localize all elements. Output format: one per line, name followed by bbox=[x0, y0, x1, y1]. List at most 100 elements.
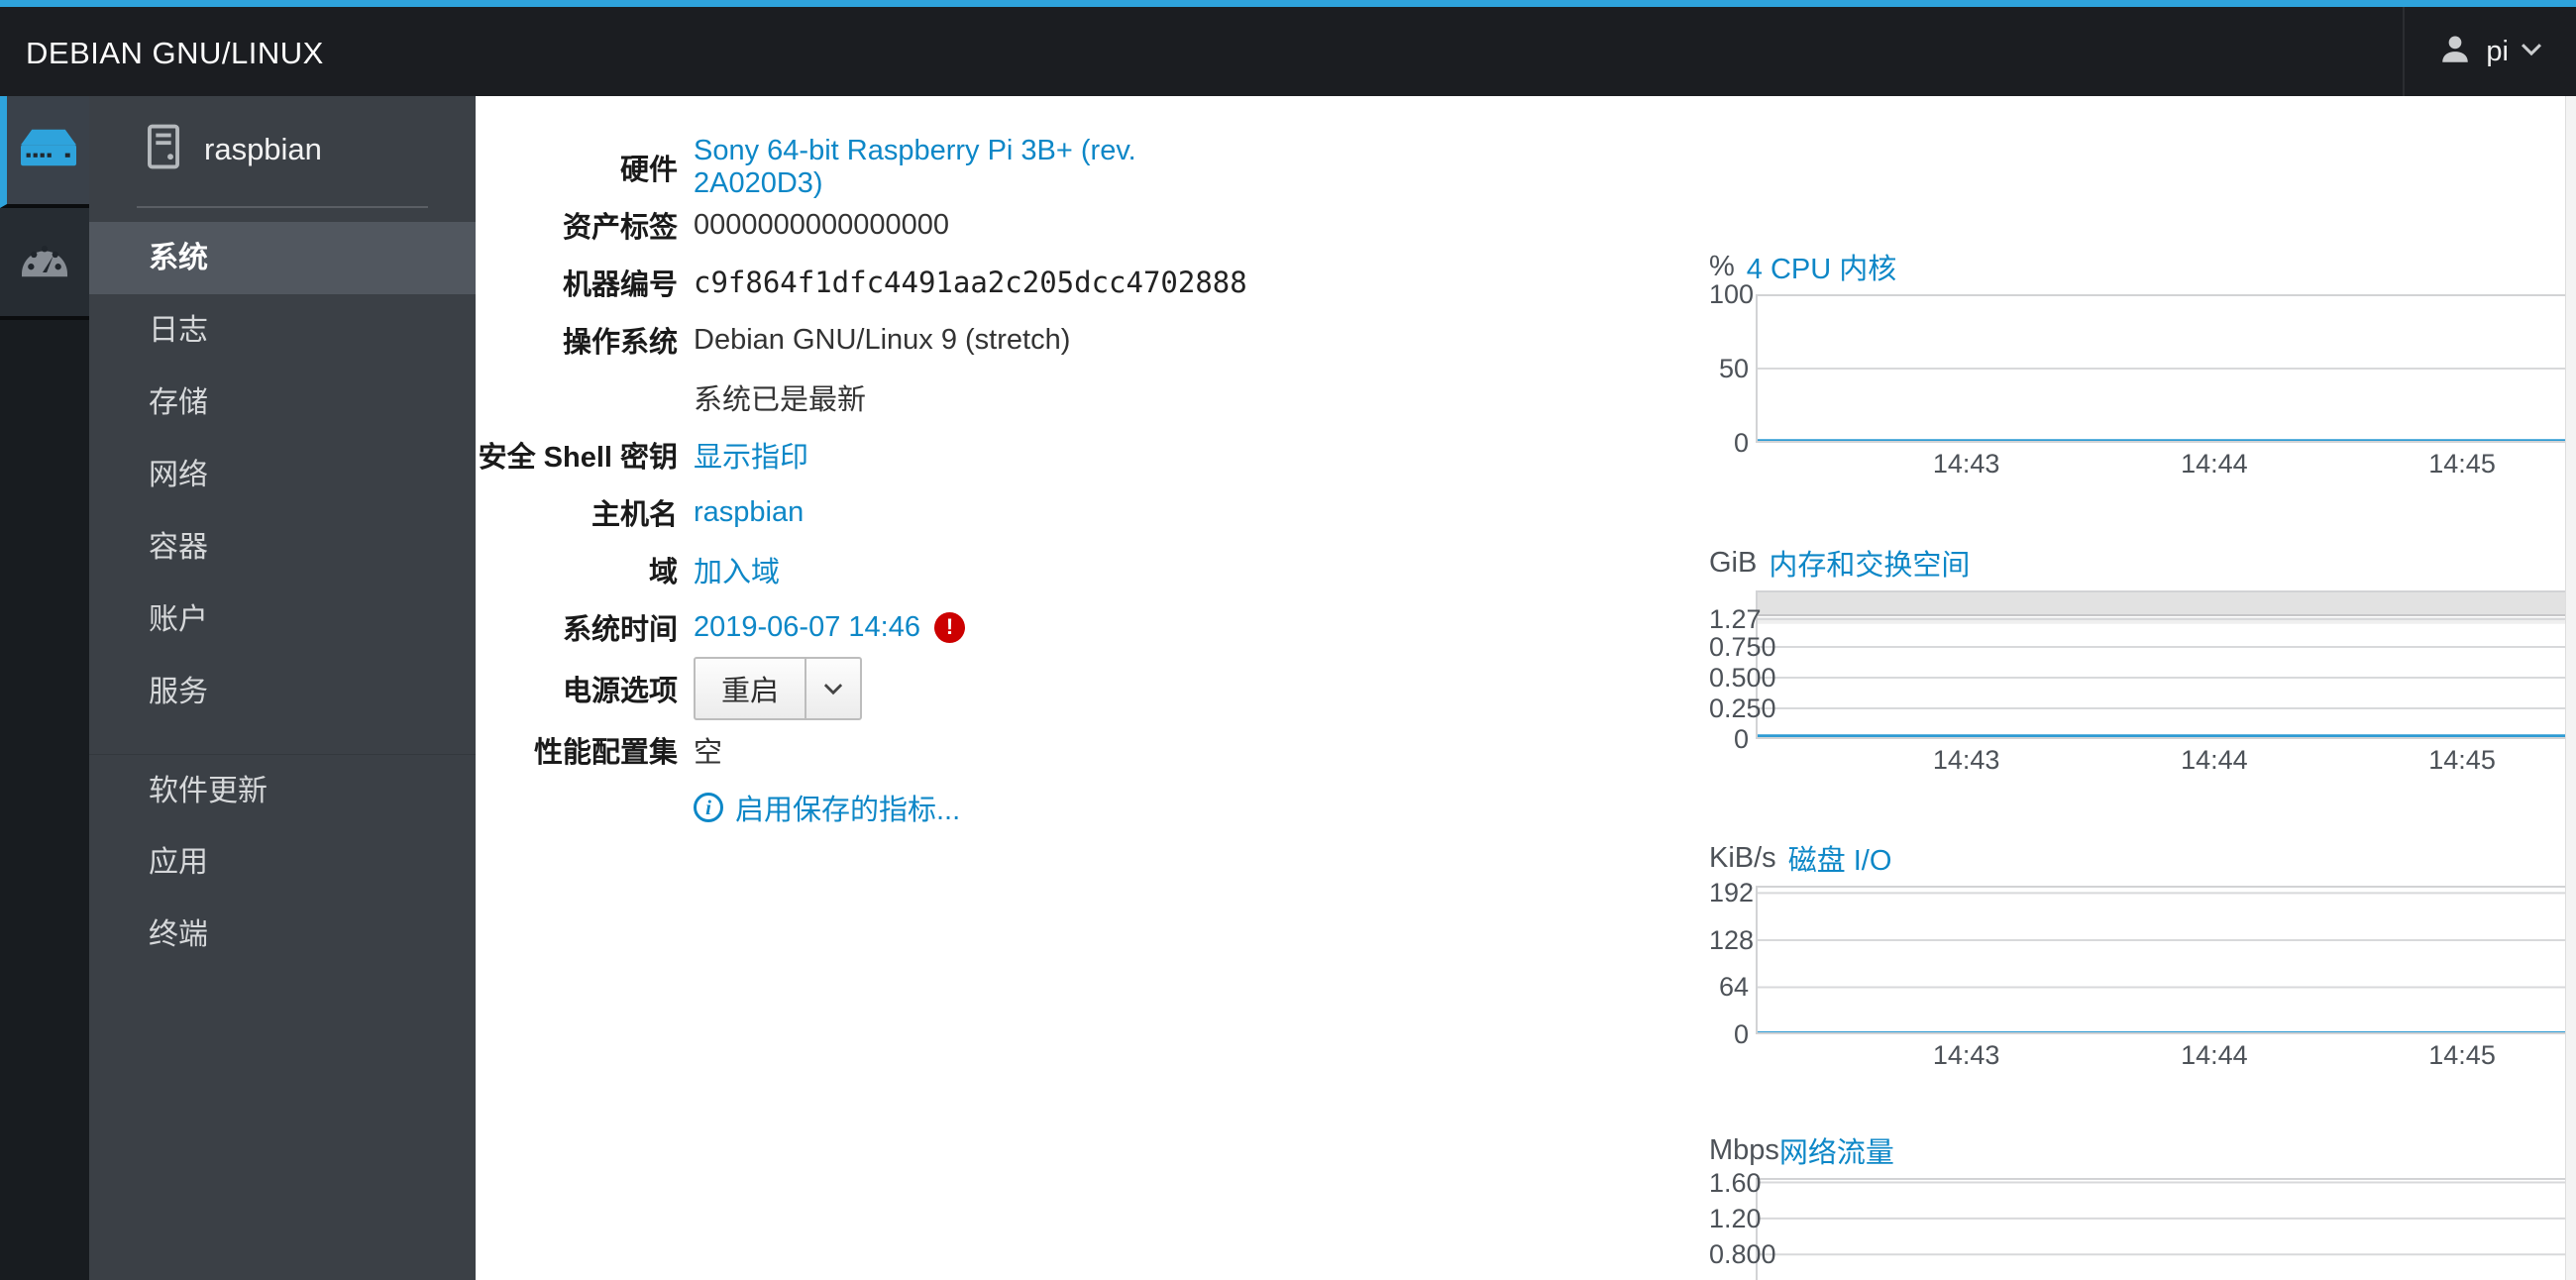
scrollbar[interactable] bbox=[2565, 96, 2576, 1280]
network-traffic-unit-label: Mbps bbox=[1709, 1133, 1779, 1166]
field-label-ssh-keys: 安全 Shell 密钥 bbox=[478, 442, 678, 474]
enable-metrics-link[interactable]: i 启用保存的指标... bbox=[694, 787, 960, 828]
sidebar: raspbian 系统 日志 存储 网络 容器 账户 服务软件更新 应用 终端 bbox=[89, 96, 476, 1280]
sidebar-item-applications[interactable]: 应用 bbox=[89, 826, 476, 899]
performance-profile-value: 空 bbox=[694, 737, 723, 769]
chart-network-traffic: Mbps网络流量1.601.200.8000.400014:4314:4414:… bbox=[1709, 1126, 2576, 1280]
memory-ytick: 0.250 bbox=[1709, 693, 1776, 723]
brand-title: DEBIAN GNU/LINUX bbox=[26, 36, 324, 70]
rail-item-machines[interactable] bbox=[0, 96, 89, 208]
field-row-asset-tag: 资产标签 0000000000000000 bbox=[476, 196, 1238, 254]
disk-io-ytick: 192 bbox=[1709, 878, 1755, 908]
disk-io-ytick: 64 bbox=[1718, 972, 1749, 1003]
ssh-keys-link[interactable]: 显示指印 bbox=[694, 434, 808, 476]
chart-title-memory: GiB 内存和交换空间 bbox=[1709, 539, 1970, 587]
user-name: pi bbox=[2486, 35, 2509, 67]
gauge-icon bbox=[16, 237, 73, 287]
field-row-operating-system: 操作系统 Debian GNU/Linux 9 (stretch) bbox=[476, 311, 1238, 369]
network-traffic-ytick: 0.400 bbox=[1709, 1274, 1776, 1280]
power-split-button: 重启 bbox=[694, 657, 863, 720]
field-value-asset-tag: 0000000000000000 bbox=[694, 209, 949, 242]
field-row-power-options: 电源选项 重启 bbox=[476, 656, 1238, 721]
sidebar-item-storage[interactable]: 存储 bbox=[89, 367, 476, 439]
cpu-ytick: 0 bbox=[1733, 428, 1749, 458]
memory-ytick: 0 bbox=[1733, 724, 1749, 754]
disk-io-plot bbox=[1756, 886, 2576, 1034]
host-icon bbox=[147, 124, 180, 174]
field-value-machine-id: c9f864f1dfc4491aa2c205dcc4702888 bbox=[694, 266, 1247, 299]
domain-link[interactable]: 加入域 bbox=[694, 549, 780, 590]
disk-io-ytick: 0 bbox=[1733, 1019, 1749, 1049]
network-traffic-ytick: 0.800 bbox=[1709, 1239, 1776, 1270]
sidebar-divider bbox=[137, 206, 428, 208]
cpu-xtick: 14:44 bbox=[2181, 449, 2248, 479]
field-row-hostname: 主机名 raspbian bbox=[476, 483, 1238, 541]
field-label-performance-profile: 性能配置集 bbox=[533, 737, 678, 769]
memory-xtick: 14:43 bbox=[1932, 745, 2000, 775]
sidebar-item-services[interactable]: 服务 bbox=[89, 656, 476, 728]
charts-column: %4 CPU 内核10050014:4314:4414:4514:4614:47… bbox=[1709, 96, 2576, 1280]
sidebar-item-terminal[interactable]: 终端 bbox=[89, 899, 476, 971]
chart-cpu: %4 CPU 内核10050014:4314:4414:4514:4614:47 bbox=[1709, 243, 2576, 490]
field-label-machine-id: 机器编号 bbox=[562, 269, 678, 301]
updates-status-value: 系统已是最新 bbox=[694, 384, 867, 416]
system-fields: 硬件 Sony 64-bit Raspberry Pi 3B+ (rev. 2A0… bbox=[476, 135, 1247, 836]
field-row-hardware: 硬件 Sony 64-bit Raspberry Pi 3B+ (rev. 2A0… bbox=[476, 135, 1238, 199]
sidebar-item-accounts[interactable]: 账户 bbox=[89, 584, 476, 656]
chart-title-disk-io: KiB/s 磁盘 I/O bbox=[1709, 834, 1891, 882]
memory-ytick: 0.500 bbox=[1709, 663, 1776, 693]
field-value-performance-profile: 空 bbox=[694, 729, 722, 771]
field-label-hardware: 硬件 bbox=[619, 155, 678, 186]
cpu-title-link[interactable]: 4 CPU 内核 bbox=[1747, 246, 1896, 287]
hardware-link[interactable]: Sony 64-bit Raspberry Pi 3B+ (rev. 2A020… bbox=[694, 135, 1238, 200]
restart-button[interactable]: 重启 bbox=[696, 659, 805, 718]
operating-system-value: Debian GNU/Linux 9 (stretch) bbox=[694, 323, 1071, 356]
disk-io-xtick: 14:45 bbox=[2428, 1040, 2496, 1070]
system-overview: 硬件 Sony 64-bit Raspberry Pi 3B+ (rev. 2A0… bbox=[476, 96, 2576, 1280]
sidebar-item-networking[interactable]: 网络 bbox=[89, 439, 476, 511]
power-caret-button[interactable] bbox=[805, 659, 860, 718]
chart-memory: GiB 内存和交换空间 1.27 0.750 0.500 0.250 0 14:43 14:44… bbox=[1709, 539, 2576, 787]
memory-plot bbox=[1756, 590, 2576, 739]
field-label-asset-tag: 资产标签 bbox=[562, 212, 678, 244]
field-label-hostname: 主机名 bbox=[590, 499, 678, 531]
field-row-ssh-keys: 安全 Shell 密钥 显示指印 bbox=[476, 426, 1238, 483]
field-label-operating-system: 操作系统 bbox=[562, 327, 678, 359]
chart-disk-io: KiB/s磁盘 I/O19212864014:4314:4414:4514:46… bbox=[1709, 834, 2576, 1082]
disk-io-title-link[interactable]: 磁盘 I/O bbox=[1788, 837, 1892, 879]
host-row[interactable]: raspbian bbox=[89, 96, 476, 198]
cockpit-app: DEBIAN GNU/LINUX pi raspbian 系统 日志 存储 网络… bbox=[0, 0, 2576, 1280]
top-navbar: DEBIAN GNU/LINUX pi bbox=[0, 0, 2576, 96]
network-traffic-title-link[interactable]: 网络流量 bbox=[1779, 1129, 1894, 1171]
memory-ytick: 0.750 bbox=[1709, 632, 1776, 663]
network-traffic-ytick: 1.60 bbox=[1709, 1167, 1762, 1198]
sidebar-item-system[interactable]: 系统 bbox=[89, 222, 476, 294]
sidebar-item-software-updates[interactable]: 软件更新 bbox=[89, 754, 476, 826]
asset-tag-value: 0000000000000000 bbox=[694, 208, 950, 241]
time-warning-icon[interactable]: ! bbox=[933, 611, 965, 643]
memory-xtick: 14:44 bbox=[2181, 745, 2248, 775]
cpu-ytick: 100 bbox=[1709, 279, 1755, 309]
system-time-link[interactable]: 2019-06-07 14:46 bbox=[694, 611, 920, 644]
machine-id-value: c9f864f1dfc4491aa2c205dcc4702888 bbox=[694, 266, 1247, 299]
cpu-xtick: 14:43 bbox=[1932, 449, 2000, 479]
field-row-metrics-link: i 启用保存的指标... bbox=[476, 779, 1238, 836]
server-icon bbox=[18, 127, 79, 173]
field-value-power-options: 重启 bbox=[694, 657, 863, 720]
hostname-link[interactable]: raspbian bbox=[694, 496, 804, 529]
disk-io-xtick: 14:44 bbox=[2181, 1040, 2248, 1070]
field-value-metrics-link: i 启用保存的指标... bbox=[694, 787, 960, 828]
memory-title-link[interactable]: 内存和交换空间 bbox=[1769, 542, 1970, 584]
field-value-system-time: 2019-06-07 14:46! bbox=[694, 611, 965, 644]
disk-io-xtick: 14:43 bbox=[1932, 1040, 2000, 1070]
sidebar-item-containers[interactable]: 容器 bbox=[89, 511, 476, 584]
user-menu[interactable]: pi bbox=[2403, 7, 2576, 96]
network-traffic-plot bbox=[1756, 1178, 2576, 1280]
user-icon bbox=[2438, 33, 2472, 71]
field-label-domain: 域 bbox=[648, 557, 678, 588]
sidebar-item-logs[interactable]: 日志 bbox=[89, 294, 476, 367]
disk-io-ytick: 128 bbox=[1709, 924, 1755, 955]
disk-io-unit-label: KiB/s bbox=[1709, 841, 1776, 874]
field-row-machine-id: 机器编号 c9f864f1dfc4491aa2c205dcc4702888 bbox=[476, 254, 1247, 311]
rail-item-dashboard[interactable] bbox=[0, 208, 89, 320]
